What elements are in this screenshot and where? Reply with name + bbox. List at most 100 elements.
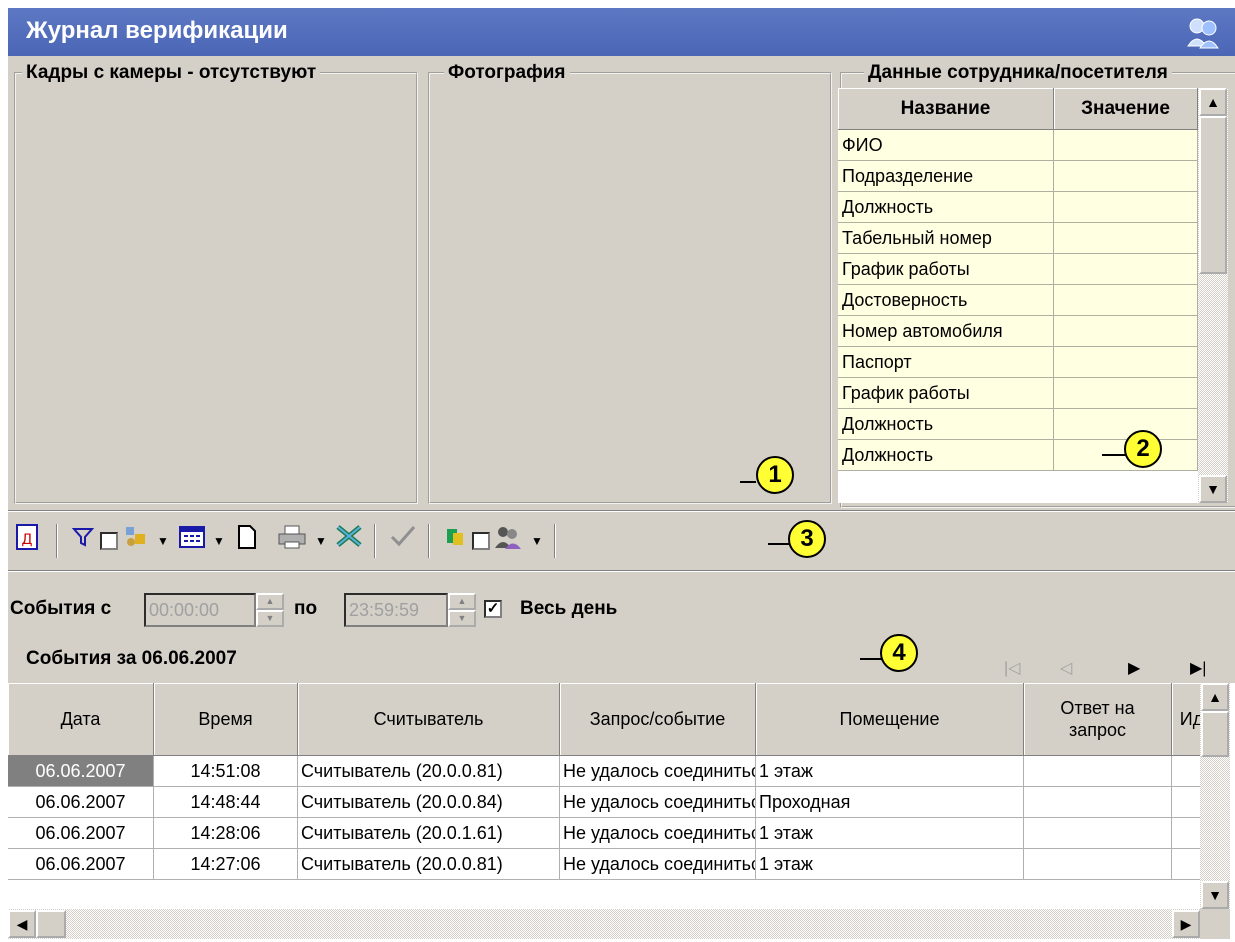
events-column-header[interactable]: Время	[154, 683, 298, 756]
info-field-value[interactable]	[1054, 285, 1198, 316]
callout-4: 4	[880, 634, 918, 672]
column-header-name[interactable]: Название	[838, 88, 1054, 130]
events-column-header[interactable]: Ответ на запрос	[1024, 683, 1172, 756]
info-field-value[interactable]	[1054, 130, 1198, 161]
callout-3-pointer	[768, 543, 790, 545]
info-row[interactable]: ФИО	[838, 130, 1198, 161]
settings-icon[interactable]	[122, 524, 150, 558]
info-field-name: ФИО	[838, 130, 1054, 161]
scroll-left-button[interactable]: ◀	[8, 910, 36, 938]
table-cell: Не удалось соединиться	[560, 849, 756, 880]
info-field-name: График работы	[838, 254, 1054, 285]
time-to-input[interactable]: 23:59:59	[344, 593, 448, 627]
table-cell: 1 этаж	[756, 818, 1024, 849]
check-icon[interactable]	[388, 524, 418, 558]
info-field-value[interactable]	[1054, 223, 1198, 254]
info-field-value[interactable]	[1054, 161, 1198, 192]
export-icon[interactable]	[442, 524, 468, 558]
info-field-value[interactable]	[1054, 378, 1198, 409]
table-cell	[1024, 849, 1172, 880]
option-checkbox[interactable]	[472, 532, 490, 550]
excel-icon[interactable]	[334, 524, 364, 558]
table-cell: 14:27:06	[154, 849, 298, 880]
scroll-right-button[interactable]: ▶	[1172, 910, 1200, 938]
callout-2: 2	[1124, 430, 1162, 468]
scroll-up-button[interactable]: ▲	[1201, 683, 1229, 711]
table-cell: 14:51:08	[154, 756, 298, 787]
info-field-value[interactable]	[1054, 409, 1198, 440]
dropdown-arrow-icon[interactable]: ▼	[314, 524, 328, 558]
next-page-icon[interactable]: ▶	[1128, 658, 1140, 678]
print-icon[interactable]	[276, 524, 308, 558]
calendar-icon[interactable]	[178, 524, 206, 558]
events-horizontal-scrollbar[interactable]: ◀ ▶	[8, 909, 1200, 939]
scroll-thumb[interactable]	[36, 910, 66, 938]
info-row[interactable]: Паспорт	[838, 347, 1198, 378]
info-field-name: График работы	[838, 378, 1054, 409]
filter-icon[interactable]	[70, 524, 96, 558]
photo-panel-title: Фотография	[444, 63, 570, 83]
events-table[interactable]: Дата Время Считыватель Запрос/событие Помеще…	[8, 683, 1235, 942]
toolbar-separator	[554, 524, 556, 558]
last-page-icon[interactable]: ▶|	[1190, 658, 1206, 678]
all-day-checkbox[interactable]: ✓	[484, 600, 502, 618]
scroll-up-button[interactable]: ▲	[1199, 88, 1227, 116]
callout-1-pointer	[740, 481, 756, 483]
info-row[interactable]: Должность	[838, 192, 1198, 223]
users-icon	[1187, 18, 1219, 49]
info-field-value[interactable]	[1054, 316, 1198, 347]
photo-panel: Фотография	[428, 63, 832, 504]
table-cell	[1024, 818, 1172, 849]
toolbar: Д ▼ ▼ ▼ ▼	[8, 510, 1235, 572]
events-column-header[interactable]: Запрос/событие	[560, 683, 756, 756]
table-cell: Проходная	[756, 787, 1024, 818]
dropdown-arrow-icon[interactable]: ▼	[156, 524, 170, 558]
title-bar[interactable]: Журнал верификации	[8, 8, 1235, 56]
table-cell: Считыватель (20.0.0.84)	[298, 787, 560, 818]
events-column-header[interactable]: Помещение	[756, 683, 1024, 756]
info-row[interactable]: График работы	[838, 254, 1198, 285]
prev-page-icon[interactable]: ◁	[1060, 658, 1072, 678]
scroll-thumb[interactable]	[1201, 711, 1229, 757]
info-field-value[interactable]	[1054, 347, 1198, 378]
info-grid-scrollbar[interactable]: ▲ ▼	[1198, 88, 1228, 503]
callout-4-pointer	[860, 658, 882, 660]
events-vertical-scrollbar[interactable]: ▲ ▼	[1200, 683, 1230, 909]
dropdown-arrow-icon[interactable]: ▼	[212, 524, 226, 558]
scroll-down-button[interactable]: ▼	[1201, 881, 1229, 909]
first-page-icon[interactable]: |◁	[1004, 658, 1020, 678]
info-field-name: Должность	[838, 440, 1054, 471]
column-header-value[interactable]: Значение	[1054, 88, 1198, 130]
info-row[interactable]: Табельный номер	[838, 223, 1198, 254]
table-cell	[1024, 787, 1172, 818]
filter-checkbox[interactable]	[100, 532, 118, 550]
scroll-down-button[interactable]: ▼	[1199, 475, 1227, 503]
table-cell: 06.06.2007	[8, 756, 154, 787]
new-document-icon[interactable]	[234, 524, 260, 558]
table-cell: Не удалось соединиться	[560, 787, 756, 818]
info-field-value[interactable]	[1054, 192, 1198, 223]
table-cell: 06.06.2007	[8, 849, 154, 880]
time-to-spinner[interactable]: ▲ ▼	[448, 593, 476, 627]
info-row[interactable]: График работы	[838, 378, 1198, 409]
dropdown-arrow-icon[interactable]: ▼	[530, 524, 544, 558]
time-from-input[interactable]: 00:00:00	[144, 593, 256, 627]
events-column-header[interactable]: Считыватель	[298, 683, 560, 756]
info-row[interactable]: Достоверность	[838, 285, 1198, 316]
info-row[interactable]: Подразделение	[838, 161, 1198, 192]
table-cell: 1 этаж	[756, 756, 1024, 787]
info-field-name: Подразделение	[838, 161, 1054, 192]
verification-log-window: Журнал верификации Кадры с камеры - отсу…	[8, 8, 1235, 942]
report-icon[interactable]: Д	[14, 524, 40, 558]
info-field-name: Паспорт	[838, 347, 1054, 378]
time-from-spinner[interactable]: ▲ ▼	[256, 593, 284, 627]
table-cell: 06.06.2007	[8, 787, 154, 818]
callout-3: 3	[788, 520, 826, 558]
info-field-value[interactable]	[1054, 254, 1198, 285]
events-to-label: по	[294, 598, 318, 619]
info-row[interactable]: Номер автомобиля	[838, 316, 1198, 347]
users-icon[interactable]	[492, 524, 524, 558]
table-cell: Считыватель (20.0.0.81)	[298, 849, 560, 880]
events-column-header[interactable]: Дата	[8, 683, 154, 756]
scroll-thumb[interactable]	[1199, 116, 1227, 274]
